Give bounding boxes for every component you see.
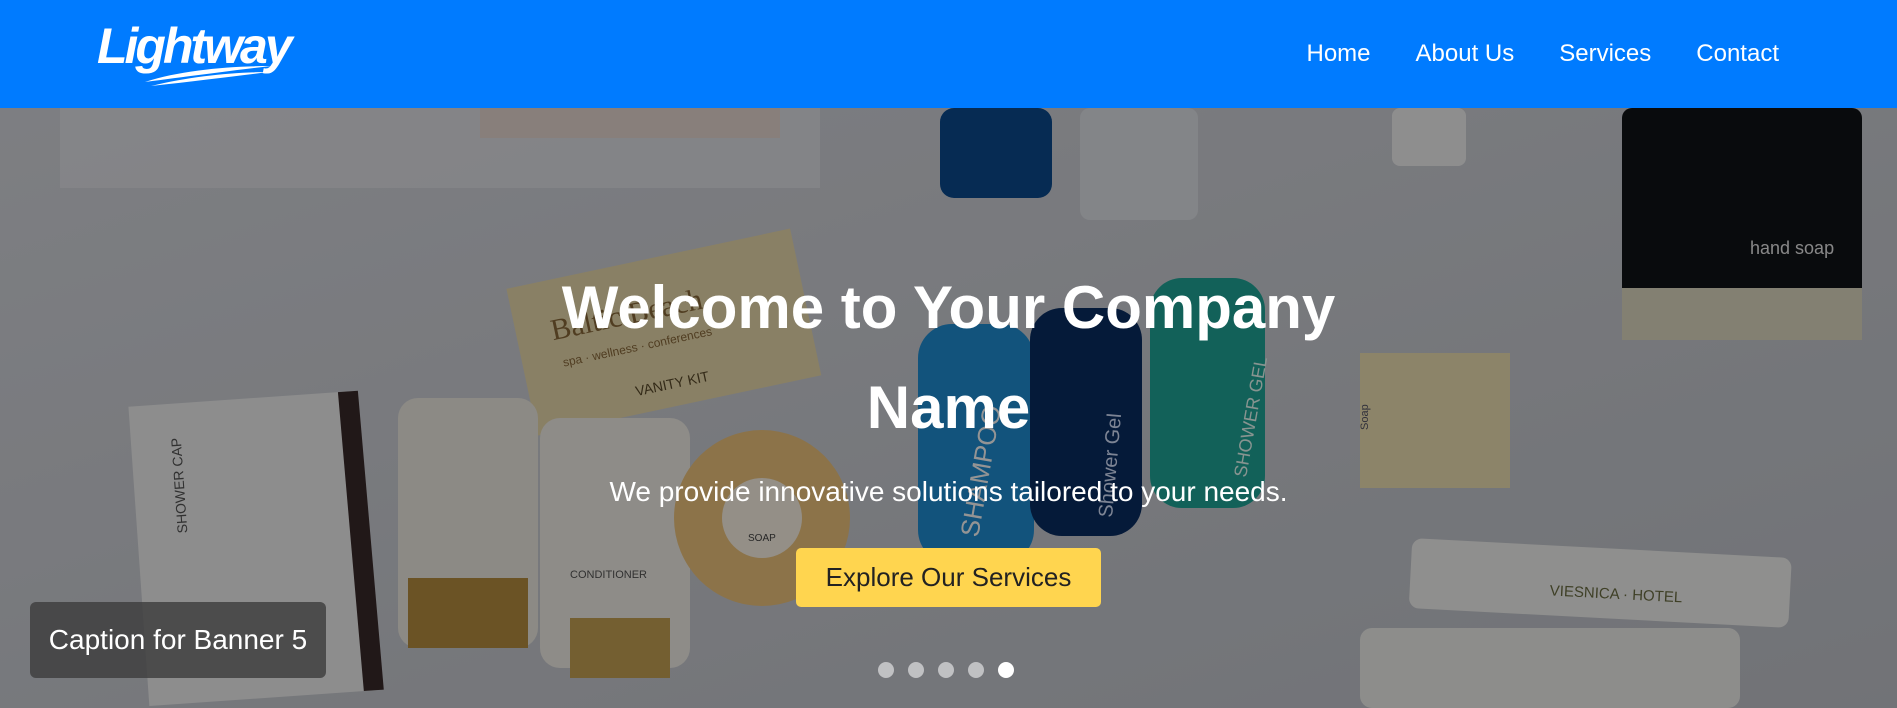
hero-content: Welcome to Your Company Name We provide …: [540, 258, 1357, 607]
carousel-dot-2[interactable]: [908, 662, 924, 678]
hero-title: Welcome to Your Company Name: [561, 274, 1336, 441]
site-header: Lightway Home About Us Services Contact: [0, 0, 1897, 108]
logo-swoosh-icon: [145, 66, 271, 86]
hero-banner: hand soap Baltic Beach spa · wellness · …: [0, 108, 1897, 708]
explore-services-button[interactable]: Explore Our Services: [795, 548, 1102, 607]
nav-contact[interactable]: Contact: [1696, 40, 1779, 68]
carousel-dot-3[interactable]: [938, 662, 954, 678]
nav-about-us[interactable]: About Us: [1416, 40, 1515, 68]
brand-logo[interactable]: Lightway: [97, 14, 293, 86]
carousel-dot-4[interactable]: [968, 662, 984, 678]
carousel-indicators: [878, 662, 1028, 678]
nav-home[interactable]: Home: [1307, 40, 1371, 68]
main-nav: Home About Us Services Contact: [1262, 0, 1780, 108]
carousel-dot-1[interactable]: [878, 662, 894, 678]
hero-subtitle: We provide innovative solutions tailored…: [609, 476, 1288, 507]
banner-caption: Caption for Banner 5: [30, 602, 326, 678]
nav-services[interactable]: Services: [1559, 40, 1651, 68]
carousel-dot-5[interactable]: [998, 662, 1014, 678]
